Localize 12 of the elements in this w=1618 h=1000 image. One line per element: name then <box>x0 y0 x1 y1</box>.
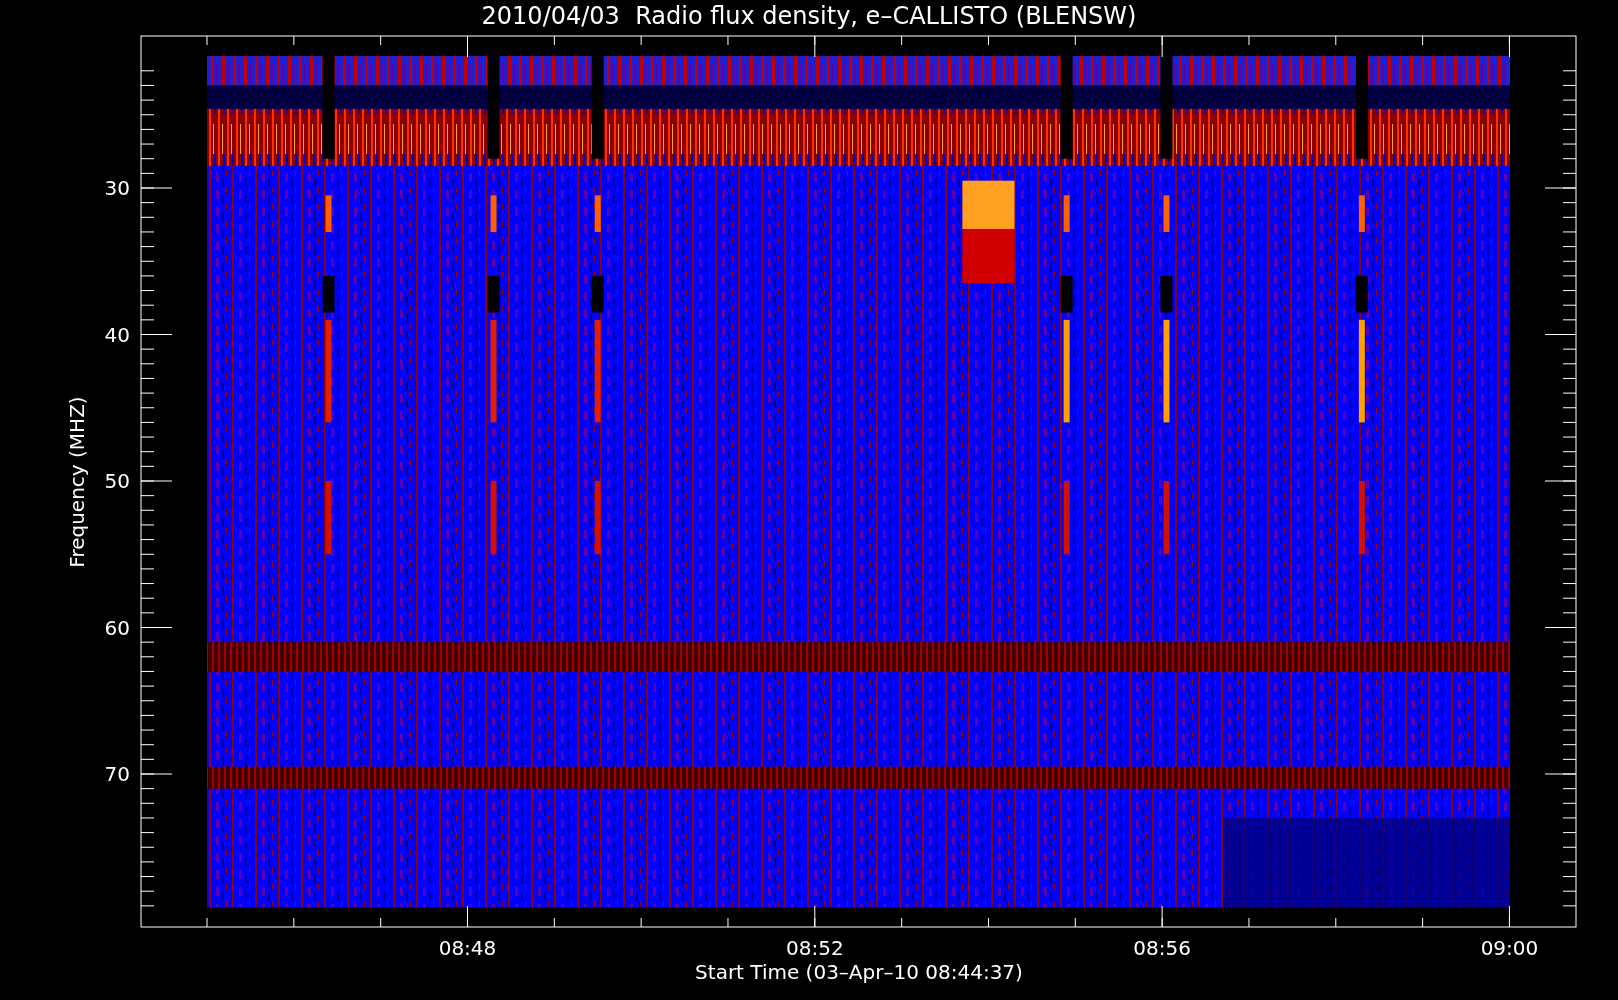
x-tick-label: 09:00 <box>1480 936 1539 960</box>
y-tick-label: 50 <box>104 469 130 493</box>
x-tick-label: 08:52 <box>786 936 844 960</box>
y-tick-label: 30 <box>104 176 130 200</box>
y-tick-label: 40 <box>104 322 130 347</box>
x-tick-label: 08:48 <box>438 936 497 960</box>
y-tick-label: 70 <box>104 762 130 786</box>
chart-title: 2010/04/03 Radio flux density, e–CALLISTO (BLENSW) <box>481 2 1137 30</box>
x-axis-label: Start Time (03–Apr–10 08:44:37) <box>695 960 1023 984</box>
y-tick-label: 60 <box>104 615 130 640</box>
y-axis-label: Frequency (MHZ) <box>65 396 89 568</box>
x-tick-label: 08:56 <box>1133 936 1191 960</box>
